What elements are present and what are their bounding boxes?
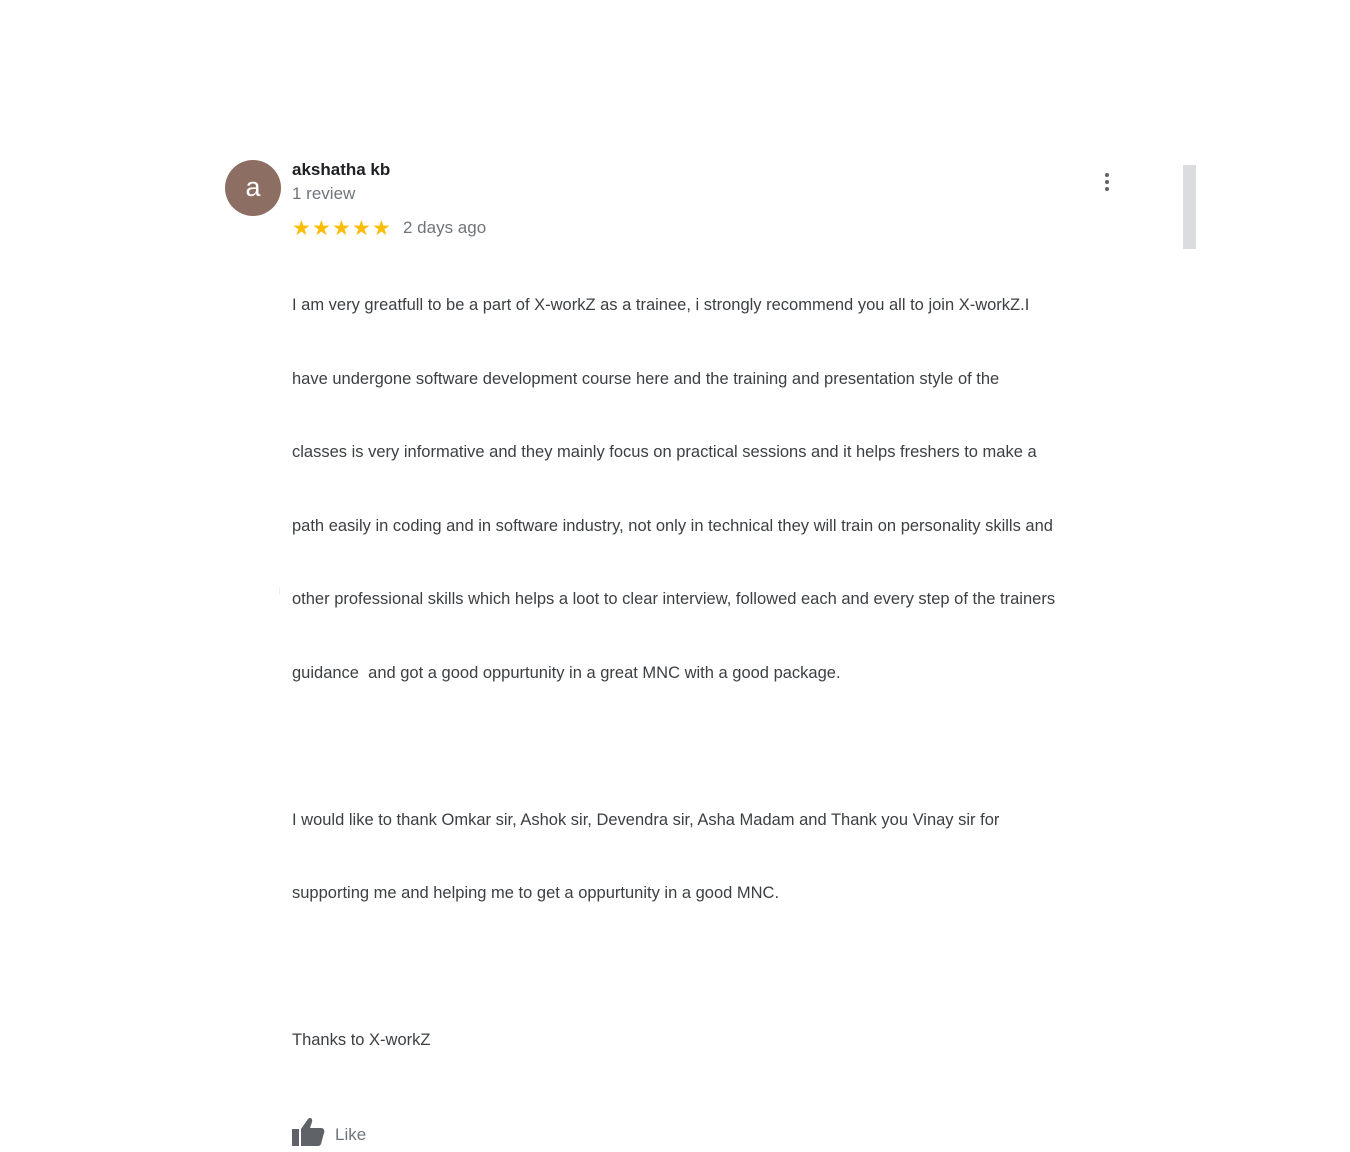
review-line: I am very greatfull to be a part of X-wo…	[292, 296, 1030, 314]
rating-row: ★ ★ ★ ★ ★ 2 days ago	[292, 216, 1162, 240]
avatar[interactable]: a	[225, 160, 281, 216]
star-icon: ★	[372, 216, 391, 240]
review-line: Thanks to X-workZ	[292, 1031, 431, 1049]
thumbs-up-icon[interactable]	[292, 1117, 326, 1147]
review-line: guidance and got a good oppurtunity in a…	[292, 663, 841, 682]
review-line: have undergone software development cour…	[292, 369, 1000, 388]
divider	[279, 587, 280, 595]
star-icon: ★	[292, 216, 311, 240]
more-vert-icon-dot	[1105, 180, 1109, 184]
review-line: path easily in coding and in software in…	[292, 516, 1053, 535]
review-line: classes is very informative and they mai…	[292, 443, 1037, 461]
review-text: I am very greatfull to be a part of X-wo…	[292, 244, 1162, 1102]
review-date: 2 days ago	[403, 218, 487, 237]
star-rating: ★ ★ ★ ★ ★	[292, 217, 392, 239]
review-line: I would like to thank Omkar sir, Ashok s…	[292, 810, 1000, 829]
more-vert-icon	[1105, 173, 1109, 177]
star-icon: ★	[352, 216, 371, 240]
review-content: akshatha kb 1 review ★ ★ ★ ★ ★ 2 days ag…	[292, 158, 1162, 1148]
like-button[interactable]: Like	[292, 1116, 1162, 1148]
star-icon: ★	[312, 216, 331, 240]
star-icon: ★	[332, 216, 351, 240]
review-count[interactable]: 1 review	[292, 182, 1162, 206]
author-name[interactable]: akshatha kb	[292, 158, 1162, 182]
review-line: supporting me and helping me to get a op…	[292, 884, 780, 902]
like-label[interactable]: Like	[335, 1120, 366, 1150]
more-vert-icon-dot	[1105, 187, 1109, 191]
review-line: other professional skills which helps a …	[292, 590, 1056, 608]
more-options-button[interactable]	[1095, 168, 1119, 196]
scrollbar-thumb[interactable]	[1183, 165, 1196, 249]
